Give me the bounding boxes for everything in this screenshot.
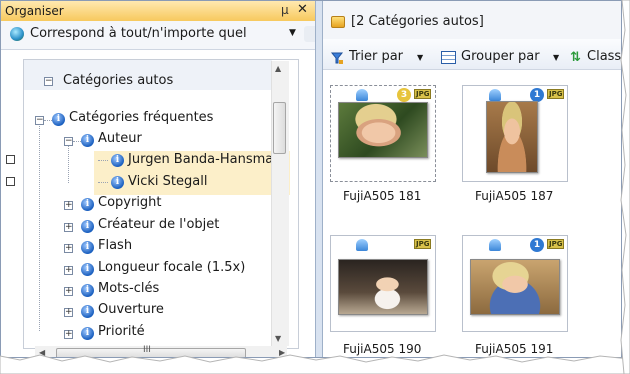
tree-connector xyxy=(39,119,40,331)
tree-item-label[interactable]: Créateur de l'objet xyxy=(98,217,219,232)
current-path: [2 Catégories autos] xyxy=(351,14,484,29)
row-marker-checkbox[interactable] xyxy=(6,155,15,164)
info-icon: i xyxy=(81,134,94,147)
chevron-down-icon[interactable]: ▼ xyxy=(553,53,559,62)
pin-icon[interactable]: μ xyxy=(281,3,289,17)
scroll-down-icon[interactable]: ▼ xyxy=(275,334,281,343)
count-badge: 3 xyxy=(397,88,411,102)
info-icon: i xyxy=(111,154,124,167)
tree-connector xyxy=(98,160,108,161)
expand-icon[interactable]: + xyxy=(64,201,73,210)
expand-icon[interactable]: + xyxy=(64,308,73,317)
info-icon: i xyxy=(81,284,94,297)
label-tag-icon xyxy=(356,89,368,101)
scroll-up-icon[interactable]: ▲ xyxy=(275,64,281,73)
organiser-window: Organiser μ ✕ Correspond à tout/n'import… xyxy=(0,0,622,358)
tree-item-label[interactable]: Priorité xyxy=(98,324,145,339)
chevron-down-icon[interactable]: ▼ xyxy=(289,28,296,38)
vertical-scroll-thumb[interactable] xyxy=(273,102,286,154)
folder-icon xyxy=(331,16,345,28)
count-badge: 1 xyxy=(530,88,544,102)
globe-icon xyxy=(10,27,24,41)
group-by-button[interactable]: Grouper par xyxy=(461,49,540,64)
info-icon: i xyxy=(81,198,94,211)
tree-item-label[interactable]: Ouverture xyxy=(98,302,164,317)
tree-item-label[interactable]: Catégories fréquentes xyxy=(69,110,213,125)
info-icon: i xyxy=(81,241,94,254)
sort-icon xyxy=(330,52,344,64)
label-tag-icon xyxy=(356,239,368,251)
info-icon: i xyxy=(111,176,124,189)
count-badge: 1 xyxy=(530,238,544,252)
info-icon: i xyxy=(81,220,94,233)
expand-icon[interactable]: + xyxy=(64,330,73,339)
collapse-icon[interactable]: − xyxy=(35,116,44,125)
tree-item-label[interactable]: Auteur xyxy=(98,131,142,146)
label-tag-icon xyxy=(489,89,501,101)
expand-icon[interactable]: + xyxy=(64,223,73,232)
tree-connector xyxy=(73,141,81,142)
thumbnail-caption: FujiA505 181 xyxy=(343,189,422,203)
tree-item-label[interactable]: Flash xyxy=(98,238,132,253)
torn-edge xyxy=(0,354,630,374)
label-tag-icon xyxy=(489,239,501,251)
sort-arrows-icon: ⇅ xyxy=(570,50,581,65)
photo-thumbnail xyxy=(470,259,560,315)
row-marker-checkbox[interactable] xyxy=(6,177,15,186)
close-icon[interactable]: ✕ xyxy=(297,2,308,17)
tree-item-label[interactable]: Copyright xyxy=(98,195,162,210)
photo-thumbnail xyxy=(486,101,538,173)
jpg-file-icon: JPG xyxy=(547,239,565,249)
collapse-icon[interactable]: − xyxy=(64,137,73,146)
expand-icon[interactable]: + xyxy=(64,266,73,275)
tree-item-label[interactable]: Mots-clés xyxy=(98,281,159,296)
classify-button[interactable]: Class xyxy=(587,49,621,64)
tree-item-author[interactable]: Vicki Stegall xyxy=(128,174,207,189)
match-mode-dropdown[interactable]: Correspond à tout/n'importe quel xyxy=(30,26,247,41)
organiser-title: Organiser xyxy=(5,4,64,18)
info-icon: i xyxy=(81,305,94,318)
sort-by-button[interactable]: Trier par xyxy=(349,49,403,64)
photo-thumbnail xyxy=(338,102,428,158)
tree-root-label: Catégories autos xyxy=(63,73,174,88)
panel-splitter[interactable] xyxy=(315,1,323,357)
tree-item-author[interactable]: Jurgen Banda-Hansman xyxy=(128,152,281,167)
jpg-file-icon: JPG xyxy=(547,89,565,99)
expand-icon[interactable]: + xyxy=(64,287,73,296)
thumbnail-caption: FujiA505 187 xyxy=(475,189,554,203)
tree-item-label[interactable]: Longueur focale (1.5x) xyxy=(98,260,245,275)
expand-icon[interactable]: + xyxy=(64,244,73,253)
chevron-down-icon[interactable]: ▼ xyxy=(417,53,423,62)
jpg-file-icon: JPG xyxy=(414,89,432,99)
collapse-icon[interactable]: − xyxy=(44,77,53,86)
info-icon: i xyxy=(81,263,94,276)
tree-connector xyxy=(44,120,52,121)
jpg-file-icon: JPG xyxy=(414,239,432,249)
photo-thumbnail xyxy=(338,259,428,315)
info-icon: i xyxy=(52,113,65,126)
group-icon xyxy=(441,51,456,64)
torn-edge xyxy=(620,0,630,374)
tree-connector xyxy=(98,182,108,183)
tree-connector xyxy=(68,141,69,183)
info-icon: i xyxy=(81,327,94,340)
